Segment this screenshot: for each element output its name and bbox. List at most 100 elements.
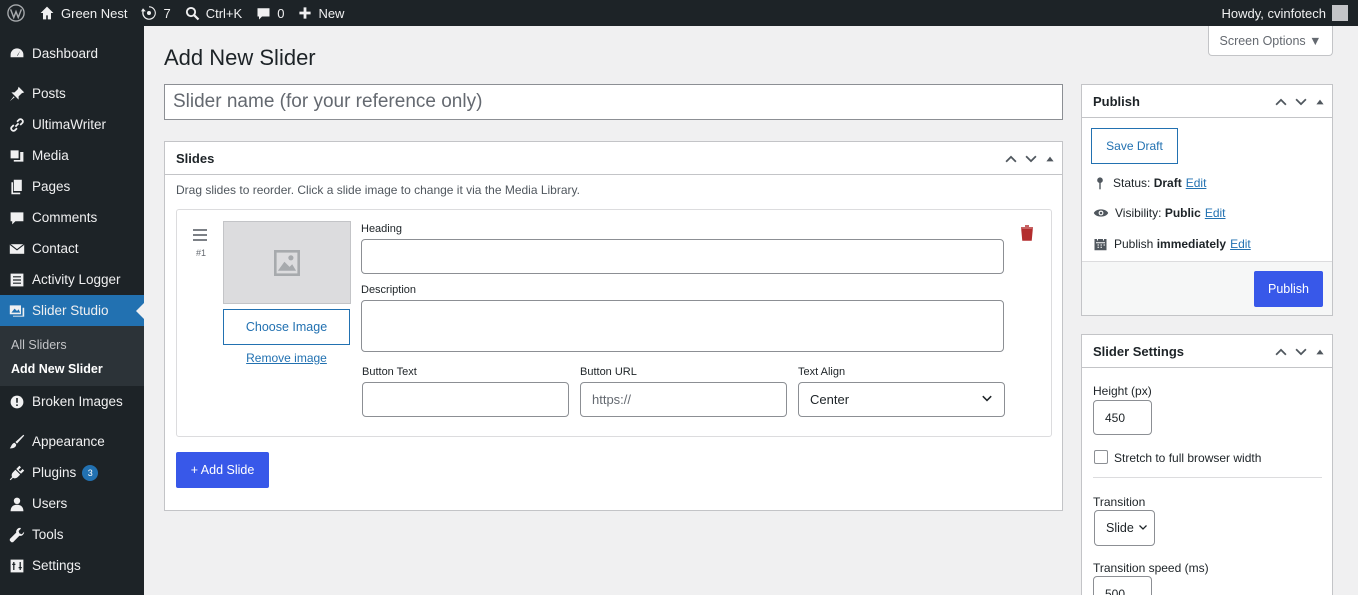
move-down-icon[interactable] <box>1024 152 1038 166</box>
plugin-icon <box>7 463 27 483</box>
edit-status-link[interactable]: Edit <box>1186 176 1207 190</box>
add-slide-button[interactable]: + Add Slide <box>176 452 269 488</box>
search-shortcut: Ctrl+K <box>205 5 243 21</box>
menu-settings[interactable]: Settings <box>0 550 144 581</box>
move-down-icon[interactable] <box>1294 345 1308 359</box>
site-name-link[interactable]: Green Nest <box>32 0 134 26</box>
menu-contact[interactable]: Contact <box>0 233 144 264</box>
menu-posts[interactable]: Posts <box>0 78 144 109</box>
site-name: Green Nest <box>61 5 128 21</box>
status-label: Status: <box>1113 176 1151 190</box>
menu-media[interactable]: Media <box>0 140 144 171</box>
wordpress-logo-icon[interactable] <box>0 0 32 26</box>
search-link[interactable]: Ctrl+K <box>178 0 249 26</box>
submenu-all-sliders[interactable]: All Sliders <box>0 333 144 357</box>
move-up-icon[interactable] <box>1274 95 1288 109</box>
chevron-down-icon <box>1138 521 1148 535</box>
text-align-select[interactable]: Center <box>798 382 1005 417</box>
button-text-label: Button Text <box>362 366 417 378</box>
schedule-row: Publish immediately Edit <box>1093 236 1251 251</box>
envelope-icon <box>7 239 27 259</box>
slides-hint: Drag slides to reorder. Click a slide im… <box>176 183 580 197</box>
comment-icon <box>257 7 270 19</box>
button-url-input[interactable]: https:// <box>580 382 787 417</box>
description-textarea[interactable] <box>361 300 1004 352</box>
settings-icon <box>7 556 27 576</box>
transition-value: Slide <box>1106 521 1134 535</box>
collapse-toggle-icon[interactable] <box>1044 153 1056 165</box>
transition-speed-input[interactable]: 500 <box>1093 576 1152 595</box>
plugins-update-badge: 3 <box>82 464 99 481</box>
button-text-input[interactable] <box>362 382 569 417</box>
menu-dashboard[interactable]: Dashboard <box>0 38 144 69</box>
comments-link[interactable]: 0 <box>249 0 291 26</box>
page-title: Add New Slider <box>164 45 316 70</box>
menu-activity-logger[interactable]: Activity Logger <box>0 264 144 295</box>
remove-image-link[interactable]: Remove image <box>223 351 350 365</box>
height-value: 450 <box>1105 410 1126 425</box>
comments-icon <box>7 208 27 228</box>
submenu-add-new-slider[interactable]: Add New Slider <box>0 357 144 381</box>
menu-comments[interactable]: Comments <box>0 202 144 233</box>
publish-label: Publish <box>1114 236 1154 251</box>
move-up-icon[interactable] <box>1004 152 1018 166</box>
transition-speed-value: 500 <box>1105 586 1126 595</box>
menu-slider-studio-label: Slider Studio <box>32 303 109 318</box>
alert-icon <box>7 392 27 412</box>
admin-sidebar: Dashboard Posts UltimaWriter Media Pages… <box>0 26 144 595</box>
menu-ultimawriter[interactable]: UltimaWriter <box>0 109 144 140</box>
height-label: Height (px) <box>1093 384 1152 398</box>
menu-plugins[interactable]: Plugins 3 <box>0 457 144 488</box>
edit-schedule-link[interactable]: Edit <box>1230 237 1251 251</box>
slides-postbox-header: Slides <box>165 142 1062 175</box>
publish-title: Publish <box>1093 93 1140 109</box>
publish-postbox: Publish Save Draft Status: Draft Edit Vi… <box>1081 84 1333 316</box>
menu-broken-images[interactable]: Broken Images <box>0 386 144 417</box>
transition-label: Transition <box>1093 495 1146 509</box>
status-row: Status: Draft Edit <box>1093 176 1206 190</box>
stretch-checkbox[interactable] <box>1094 450 1108 464</box>
move-down-icon[interactable] <box>1294 95 1308 109</box>
pages-icon <box>7 177 27 197</box>
heading-input[interactable] <box>361 239 1004 274</box>
button-url-placeholder: https:// <box>592 392 632 407</box>
slider-name-input[interactable] <box>164 84 1063 120</box>
menu-posts-label: Posts <box>32 86 66 101</box>
admin-bar: Green Nest 7 Ctrl+K 0 New Howdy, cvinfot… <box>0 0 1358 26</box>
delete-slide-icon[interactable] <box>1020 225 1034 244</box>
new-content-link[interactable]: New <box>291 0 351 26</box>
edit-visibility-link[interactable]: Edit <box>1205 206 1226 220</box>
comments-count: 0 <box>277 5 285 21</box>
menu-users[interactable]: Users <box>0 488 144 519</box>
menu-slider-studio[interactable]: Slider Studio <box>0 295 144 326</box>
collapse-toggle-icon[interactable] <box>1314 346 1326 358</box>
publish-button[interactable]: Publish <box>1254 271 1323 307</box>
menu-pages[interactable]: Pages <box>0 171 144 202</box>
menu-activity-logger-label: Activity Logger <box>32 272 121 287</box>
heading-label: Heading <box>361 223 402 235</box>
transition-select[interactable]: Slide <box>1094 510 1155 546</box>
media-icon <box>7 146 27 166</box>
menu-tools[interactable]: Tools <box>0 519 144 550</box>
dashboard-icon <box>7 44 27 64</box>
my-account[interactable]: Howdy, cvinfotech <box>1221 5 1358 21</box>
slide-item: #1 Choose Image Remove image Heading Des… <box>176 209 1052 437</box>
slide-image-thumbnail[interactable] <box>223 221 351 304</box>
screen-options-toggle[interactable]: Screen Options ▼ <box>1208 26 1333 56</box>
collapse-toggle-icon[interactable] <box>1314 96 1326 108</box>
wrench-icon <box>7 525 27 545</box>
plus-icon <box>299 7 312 19</box>
updates-count: 7 <box>163 5 171 21</box>
choose-image-button[interactable]: Choose Image <box>223 309 350 345</box>
description-label: Description <box>361 284 417 296</box>
link-icon <box>7 115 27 135</box>
drag-handle-icon[interactable] <box>193 228 207 246</box>
menu-contact-label: Contact <box>32 241 79 256</box>
text-align-value: Center <box>810 392 850 407</box>
menu-appearance[interactable]: Appearance <box>0 426 144 457</box>
save-draft-button[interactable]: Save Draft <box>1091 128 1178 164</box>
move-up-icon[interactable] <box>1274 345 1288 359</box>
height-input[interactable]: 450 <box>1093 400 1152 435</box>
updates-link[interactable]: 7 <box>134 0 177 26</box>
chevron-down-icon <box>981 392 993 407</box>
